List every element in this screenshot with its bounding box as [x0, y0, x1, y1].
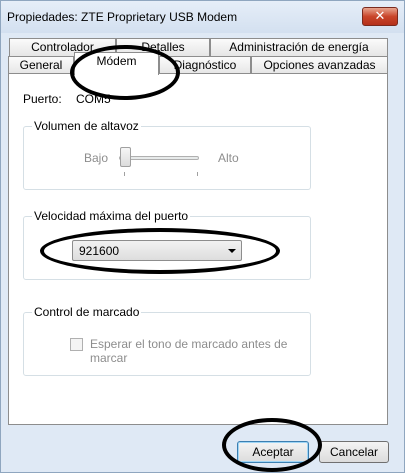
max-port-speed-title: Velocidad máxima del puerto [32, 209, 191, 223]
volume-slider-track[interactable] [119, 156, 199, 160]
speaker-volume-title: Volumen de altavoz [32, 119, 141, 133]
volume-tick [197, 172, 198, 176]
volume-high-label: Alto [218, 151, 239, 165]
modem-tab-panel: Puerto: COM5 Volumen de altavoz Bajo Alt… [8, 73, 388, 425]
title-bar[interactable]: Propiedades: ZTE Proprietary USB Modem ✕ [1, 1, 404, 33]
port-label: Puerto: [23, 92, 62, 106]
port-value: COM5 [76, 92, 111, 106]
ok-button[interactable]: Aceptar [237, 441, 309, 463]
volume-slider-thumb[interactable] [120, 147, 131, 167]
dial-control-title: Control de marcado [32, 305, 142, 319]
close-button[interactable]: ✕ [362, 7, 398, 26]
tab-modem[interactable]: Módem [74, 52, 159, 75]
cancel-button[interactable]: Cancelar [319, 441, 389, 463]
wait-dial-tone-label: Esperar el tono de marcado antes de marc… [90, 337, 288, 365]
volume-low-label: Bajo [84, 151, 109, 165]
port-speed-select[interactable]: 921600 [72, 240, 242, 261]
max-port-speed-group: Velocidad máxima del puerto 921600 [23, 209, 311, 280]
close-icon: ✕ [374, 8, 386, 23]
tab-administracion-energia[interactable]: Administración de energía [210, 38, 388, 57]
volume-tick [124, 172, 125, 176]
speaker-volume-group: Volumen de altavoz Bajo Alto [23, 119, 311, 190]
wait-dial-tone-checkbox[interactable] [70, 338, 83, 351]
properties-window: Propiedades: ZTE Proprietary USB Modem ✕… [0, 0, 405, 473]
chevron-down-icon [228, 249, 236, 253]
dial-control-group: Control de marcado Esperar el tono de ma… [23, 305, 311, 376]
port-speed-value: 921600 [79, 244, 120, 258]
window-title: Propiedades: ZTE Proprietary USB Modem [7, 10, 238, 24]
